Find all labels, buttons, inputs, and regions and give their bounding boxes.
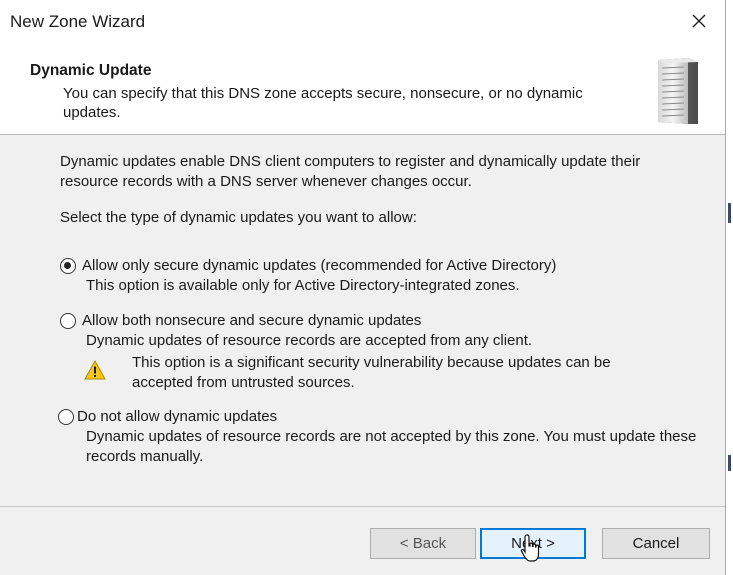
- back-button[interactable]: < Back: [370, 528, 476, 559]
- radio-secure-only-row[interactable]: Allow only secure dynamic updates (recom…: [60, 257, 710, 274]
- window-title: New Zone Wizard: [10, 12, 146, 31]
- page-description: You can specify that this DNS zone accep…: [63, 85, 583, 121]
- wizard-footer: < Back Next > Cancel: [0, 506, 725, 575]
- option-nonsecure-and-secure: Allow both nonsecure and secure dynamic …: [60, 312, 710, 397]
- background-window-edge: [726, 0, 733, 575]
- option-secure-only-description: This option is available only for Active…: [86, 277, 520, 294]
- radio-no-updates-label[interactable]: Do not allow dynamic updates: [77, 408, 277, 425]
- radio-secure-only[interactable]: [60, 257, 76, 274]
- background-mark: [728, 203, 731, 223]
- selection-prompt: Select the type of dynamic updates you w…: [60, 209, 417, 226]
- intro-text: Dynamic updates enable DNS client comput…: [60, 153, 641, 190]
- radio-no-updates[interactable]: [58, 408, 74, 425]
- wizard-header: Dynamic Update You can specify that this…: [0, 44, 725, 135]
- radio-nonsecure-and-secure-row[interactable]: Allow both nonsecure and secure dynamic …: [60, 312, 710, 329]
- radio-no-updates-row[interactable]: Do not allow dynamic updates: [58, 408, 710, 425]
- close-icon: [692, 14, 706, 28]
- option-nonsecure-and-secure-description: Dynamic updates of resource records are …: [86, 332, 533, 349]
- radio-nonsecure-and-secure-label[interactable]: Allow both nonsecure and secure dynamic …: [82, 312, 421, 329]
- title-bar: New Zone Wizard: [0, 0, 725, 44]
- new-zone-wizard-window: New Zone Wizard Dynamic Update You can s…: [0, 0, 726, 575]
- close-button[interactable]: [681, 4, 717, 38]
- security-warning: This option is a significant security vu…: [60, 353, 710, 397]
- background-mark: [728, 455, 731, 471]
- option-no-updates: Do not allow dynamic updates Dynamic upd…: [58, 408, 710, 467]
- warning-icon: [84, 360, 106, 380]
- option-secure-only: Allow only secure dynamic updates (recom…: [60, 257, 710, 296]
- radio-secure-only-label[interactable]: Allow only secure dynamic updates (recom…: [82, 257, 556, 274]
- radio-nonsecure-and-secure[interactable]: [60, 312, 76, 329]
- option-no-updates-description: Dynamic updates of resource records are …: [86, 428, 697, 465]
- server-icon: [658, 58, 698, 124]
- mouse-pointer-icon: [520, 534, 540, 562]
- wizard-content: Dynamic updates enable DNS client comput…: [0, 135, 725, 505]
- cancel-button[interactable]: Cancel: [602, 528, 710, 559]
- warning-text: This option is a significant security vu…: [132, 354, 611, 391]
- page-title: Dynamic Update: [30, 62, 152, 79]
